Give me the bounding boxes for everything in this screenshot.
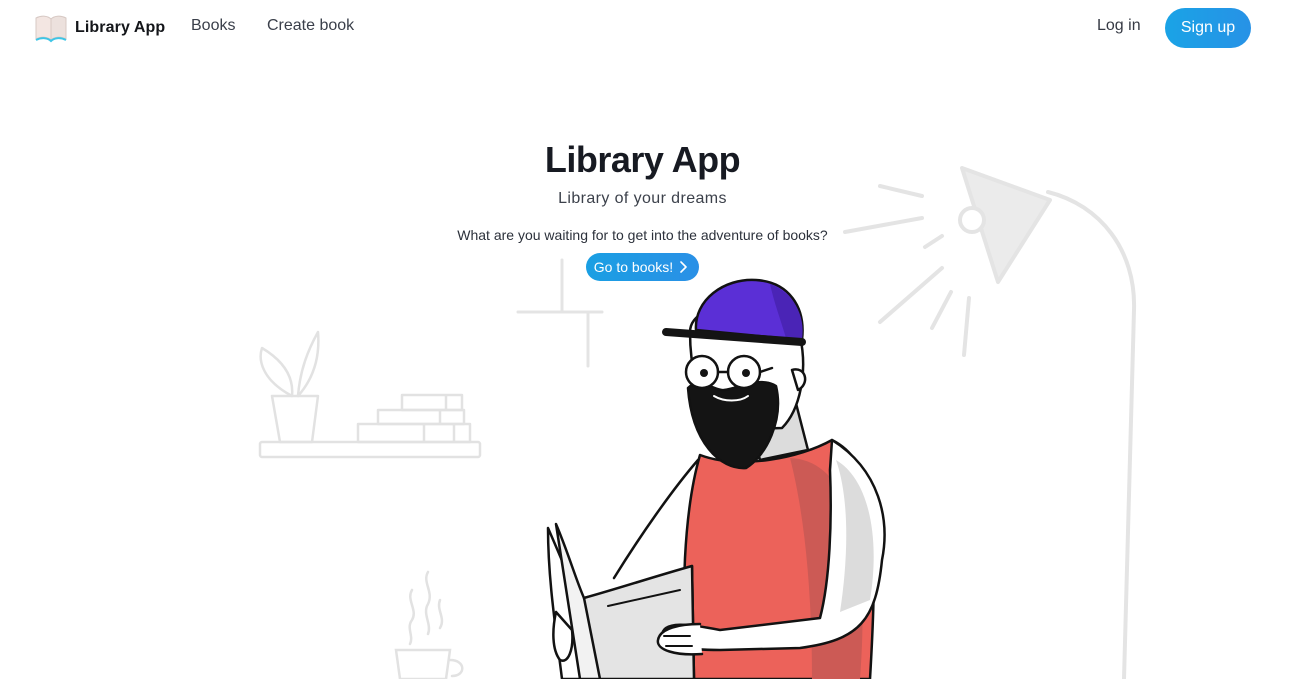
nav-link-books[interactable]: Books [191, 17, 235, 35]
brand-name: Library App [75, 19, 166, 36]
hero-section: Library App Library of your dreams What … [0, 138, 1285, 281]
go-to-books-button[interactable]: Go to books! [585, 253, 700, 281]
hero-subtitle: Library of your dreams [558, 190, 727, 207]
top-navbar: Library App Books Create book Log in Sig… [0, 0, 1301, 56]
chevron-right-icon [680, 261, 687, 273]
nav-link-create-book[interactable]: Create book [267, 17, 354, 35]
shelf-illustration [258, 330, 482, 459]
open-book-icon [35, 15, 67, 43]
go-to-books-label: Go to books! [593, 259, 674, 275]
hero-illustration [258, 166, 1137, 679]
login-link[interactable]: Log in [1097, 17, 1141, 35]
reader-illustration [546, 278, 886, 679]
hero-text: What are you waiting for to get into the… [457, 227, 828, 243]
coffee-cup-illustration [394, 570, 464, 679]
brand-link[interactable]: Library App [34, 12, 165, 44]
hero-title: Library App [544, 139, 741, 180]
signup-button[interactable]: Sign up [1165, 8, 1251, 48]
